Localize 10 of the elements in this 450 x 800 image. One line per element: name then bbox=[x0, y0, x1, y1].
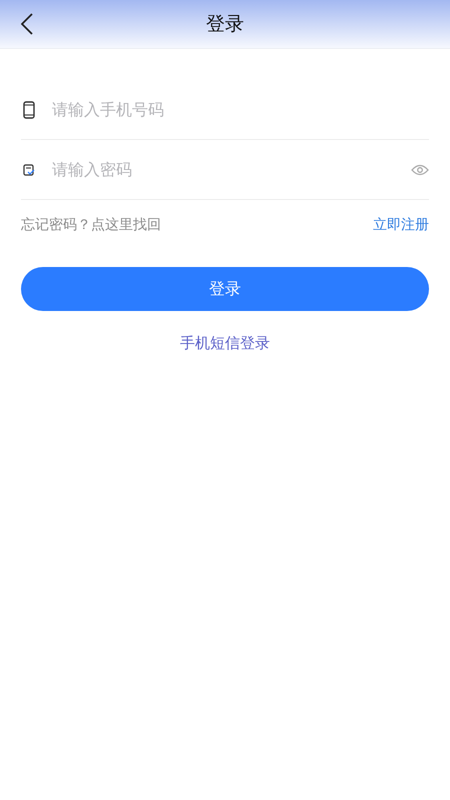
phone-field[interactable]: 请输入手机号码 bbox=[52, 100, 429, 119]
register-link[interactable]: 立即注册 bbox=[373, 216, 429, 234]
login-button[interactable]: 登录 bbox=[21, 267, 429, 311]
sms-login-link[interactable]: 手机短信登录 bbox=[180, 334, 270, 353]
forgot-password-link[interactable]: 忘记密码？点这里找回 bbox=[21, 216, 161, 234]
password-field[interactable]: 请输入密码 bbox=[52, 160, 396, 179]
document-check-icon bbox=[23, 164, 35, 176]
back-icon[interactable] bbox=[21, 13, 33, 35]
phone-icon bbox=[23, 100, 35, 118]
page-title: 登录 bbox=[206, 12, 244, 37]
